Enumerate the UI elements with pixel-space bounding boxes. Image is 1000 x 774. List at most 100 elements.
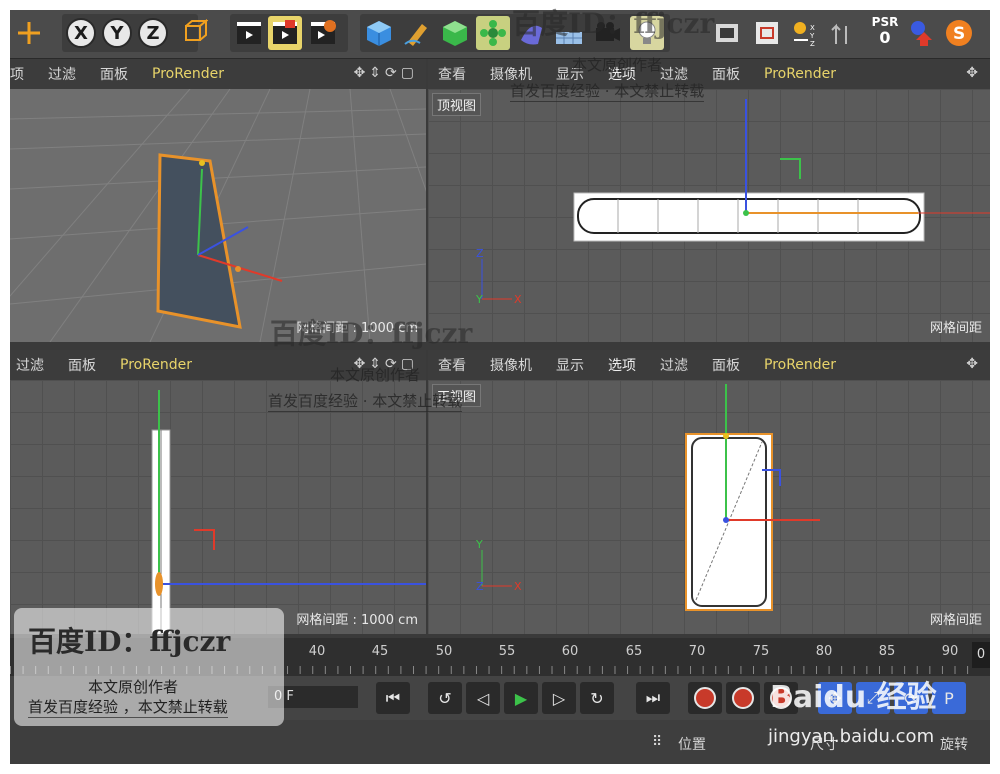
render-region-icon[interactable] bbox=[268, 16, 302, 50]
perspective-grid bbox=[10, 89, 426, 342]
coordinate-system-icon[interactable] bbox=[176, 16, 210, 50]
menu-display[interactable]: 显示 bbox=[556, 355, 584, 375]
snap-icon[interactable] bbox=[710, 16, 744, 50]
menu-filter[interactable]: 过滤 bbox=[48, 64, 76, 84]
perspective-viewport[interactable]: 项 过滤 面板 ProRender ✥⇕⟳▢ 网格间距 : 1000 cm bbox=[10, 59, 426, 342]
auto-key-button[interactable] bbox=[726, 682, 760, 714]
menu-panel[interactable]: 面板 bbox=[712, 355, 740, 375]
menu-filter[interactable]: 过滤 bbox=[660, 64, 688, 84]
menu-filter[interactable]: 过滤 bbox=[16, 355, 44, 375]
previous-frame-button[interactable]: ◁ bbox=[466, 682, 500, 714]
viewport-title: 顶视图 bbox=[432, 93, 482, 116]
menu-camera[interactable]: 摄像机 bbox=[490, 64, 532, 84]
render-view-icon[interactable] bbox=[232, 16, 266, 50]
tick-label: 45 bbox=[371, 644, 389, 659]
light-icon[interactable] bbox=[630, 16, 664, 50]
front-grid: Y Z X bbox=[428, 380, 990, 634]
snapping-enable-icon[interactable] bbox=[904, 16, 938, 50]
record-keys-button[interactable] bbox=[688, 682, 722, 714]
tick-label: 50 bbox=[435, 644, 453, 659]
svg-text:Z: Z bbox=[476, 580, 484, 593]
menu-camera[interactable]: 摄像机 bbox=[490, 355, 532, 375]
subdivision-icon[interactable] bbox=[438, 16, 472, 50]
z-axis-button[interactable]: Z bbox=[138, 18, 168, 48]
side-viewport[interactable]: 过滤 面板 ProRender ✥⇕⟳▢ 网格间距 : 1000 cm bbox=[10, 350, 426, 634]
tab-position[interactable]: 位置 bbox=[678, 734, 706, 754]
viewport-nav-icons[interactable]: ✥ bbox=[966, 65, 982, 81]
floor-icon[interactable] bbox=[552, 16, 586, 50]
pen-icon[interactable] bbox=[400, 16, 434, 50]
front-viewport[interactable]: 查看 摄像机 显示 选项 过滤 面板 ProRender ✥ Y Z X 正视图… bbox=[428, 350, 990, 634]
next-frame-icon: ▷ bbox=[552, 688, 566, 708]
menu-view[interactable]: 查看 bbox=[438, 355, 466, 375]
svg-text:Y: Y bbox=[809, 32, 815, 40]
menu-display[interactable]: 显示 bbox=[556, 64, 584, 84]
svg-text:Y: Y bbox=[475, 293, 483, 306]
svg-text:X: X bbox=[514, 580, 522, 593]
tick-label: 60 bbox=[561, 644, 579, 659]
timeline-end-field[interactable]: 0 bbox=[972, 642, 990, 668]
menu-view[interactable]: 查看 bbox=[438, 64, 466, 84]
top-viewport[interactable]: 查看 摄像机 显示 选项 过滤 面板 ProRender ✥ Z Y X 顶视图… bbox=[428, 59, 990, 342]
next-frame-button[interactable]: ▷ bbox=[542, 682, 576, 714]
menu-filter[interactable]: 过滤 bbox=[660, 355, 688, 375]
baidu-url: jingyan.baidu.com bbox=[768, 726, 935, 747]
top-grid: Z Y X bbox=[428, 89, 990, 342]
snap-settings-icon[interactable] bbox=[750, 16, 784, 50]
parameter-key-icon: P bbox=[944, 688, 954, 708]
axis-lock-icon[interactable] bbox=[826, 16, 860, 50]
menu-prorender[interactable]: ProRender bbox=[764, 66, 836, 82]
record-icon bbox=[694, 687, 716, 709]
tick-label: 70 bbox=[688, 644, 706, 659]
go-to-end-icon: ⏭ bbox=[645, 688, 661, 707]
go-to-start-button[interactable]: ⏮ bbox=[376, 682, 410, 714]
viewport-title: 正视图 bbox=[432, 384, 482, 407]
enable-axis-icon[interactable]: XYZ bbox=[788, 16, 822, 50]
array-icon[interactable] bbox=[476, 16, 510, 50]
y-axis-button[interactable]: Y bbox=[102, 18, 132, 48]
go-to-end-button[interactable]: ⏭ bbox=[636, 682, 670, 714]
viewport-menubar: 查看 摄像机 显示 选项 过滤 面板 ProRender bbox=[428, 59, 990, 89]
psr-icon[interactable]: PSR 0 bbox=[868, 14, 902, 54]
viewport-nav-icons[interactable]: ✥ bbox=[966, 356, 982, 372]
tick-label: 75 bbox=[752, 644, 770, 659]
play-button[interactable]: ▶ bbox=[504, 682, 538, 714]
deformer-icon[interactable] bbox=[514, 16, 548, 50]
auto-key-icon bbox=[732, 687, 754, 709]
menu-prorender[interactable]: ProRender bbox=[764, 357, 836, 373]
main-toolbar: X Y Z X Y Z PSR 0 S bbox=[10, 10, 990, 59]
viewport-nav-icons[interactable]: ✥⇕⟳▢ bbox=[354, 65, 418, 81]
svg-text:X: X bbox=[810, 24, 815, 32]
move-icon[interactable] bbox=[12, 16, 46, 50]
s-icon[interactable]: S bbox=[942, 16, 976, 50]
baidu-logo: Baidu 经验 bbox=[770, 680, 937, 715]
next-key-button[interactable]: ↻ bbox=[580, 682, 614, 714]
svg-text:Z: Z bbox=[476, 247, 484, 260]
tab-rotation[interactable]: 旋转 bbox=[940, 734, 968, 754]
watermark-box bbox=[14, 608, 284, 726]
previous-frame-icon: ◁ bbox=[476, 688, 490, 708]
grid-spacing-label: 网格间距 bbox=[929, 321, 982, 336]
menu-options[interactable]: 选项 bbox=[608, 64, 636, 84]
menu-panel[interactable]: 面板 bbox=[712, 64, 740, 84]
play-icon: ▶ bbox=[514, 688, 528, 708]
menu-options[interactable]: 选项 bbox=[608, 355, 636, 375]
viewport-menubar: 查看 摄像机 显示 选项 过滤 面板 ProRender bbox=[428, 350, 990, 380]
parameter-key-button[interactable]: P bbox=[932, 682, 966, 714]
tick-label: 90 bbox=[941, 644, 959, 659]
menu-prorender[interactable]: ProRender bbox=[120, 357, 192, 373]
viewport-nav-icons[interactable]: ✥⇕⟳▢ bbox=[354, 356, 418, 372]
menu-prorender[interactable]: ProRender bbox=[152, 66, 224, 82]
x-axis-button[interactable]: X bbox=[66, 18, 96, 48]
side-grid bbox=[10, 380, 426, 634]
previous-key-button[interactable]: ↺ bbox=[428, 682, 462, 714]
menu-options[interactable]: 项 bbox=[10, 64, 24, 84]
cube-icon[interactable] bbox=[362, 16, 396, 50]
camera-icon[interactable] bbox=[590, 16, 624, 50]
tick-label: 65 bbox=[625, 644, 643, 659]
menu-panel[interactable]: 面板 bbox=[68, 355, 96, 375]
grid-spacing-label: 网格间距 : 1000 cm bbox=[296, 321, 418, 336]
menu-panel[interactable]: 面板 bbox=[100, 64, 128, 84]
grid-spacing-label: 网格间距 : 1000 cm bbox=[296, 613, 418, 628]
render-settings-icon[interactable] bbox=[306, 16, 340, 50]
